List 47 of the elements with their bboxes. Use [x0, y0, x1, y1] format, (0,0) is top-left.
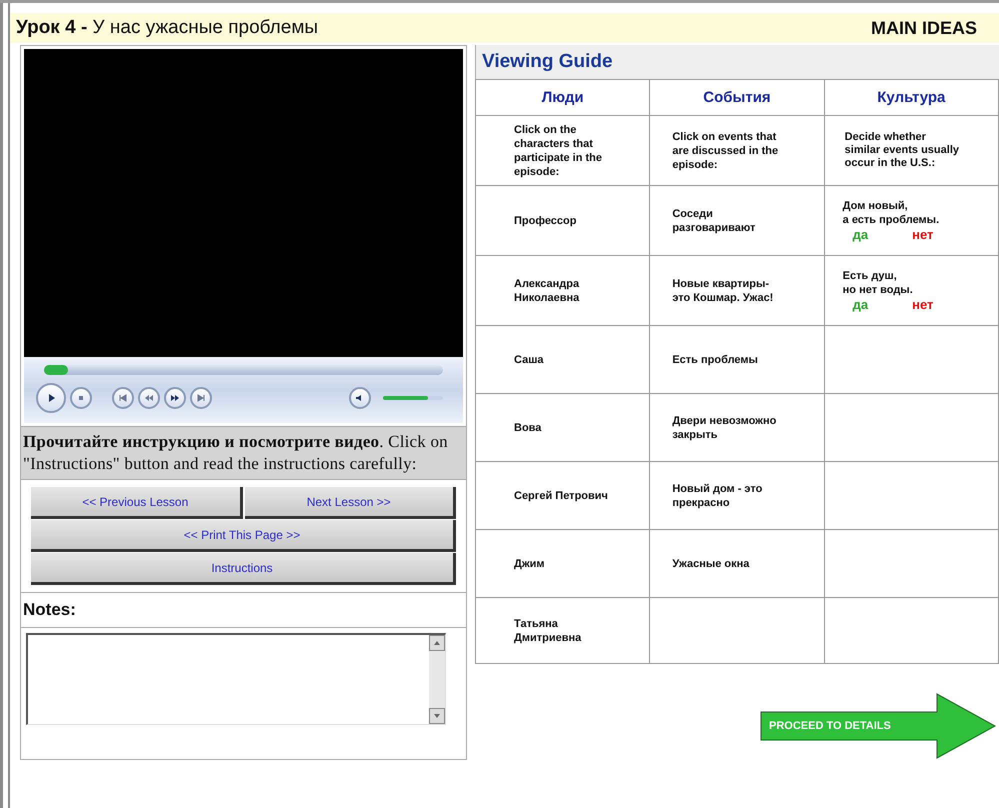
- nav-button[interactable]: << Print This Page >>: [31, 520, 456, 552]
- volume-slider[interactable]: [383, 396, 443, 400]
- character-name[interactable]: Профессор: [514, 214, 619, 228]
- column-header: Люди: [542, 88, 584, 106]
- nav-button[interactable]: Next Lesson >>: [244, 487, 456, 519]
- skip-back-button[interactable]: [112, 387, 134, 409]
- column-header: События: [703, 88, 771, 106]
- instruction-text: Прочитайте инструкцию и посмотрите видео. Click on "Instructions" button and read the instructions carefully:: [23, 431, 449, 475]
- culture-statement: Есть душ,: [842, 268, 898, 282]
- stop-icon: [76, 393, 86, 403]
- column-instruction: Click on the characters that participate in the episode:: [514, 122, 604, 178]
- culture-statement: но нет воды.: [842, 282, 914, 296]
- skip-back-icon: [118, 393, 128, 403]
- character-name[interactable]: Джим: [514, 556, 619, 570]
- no-option[interactable]: нет: [912, 296, 934, 312]
- culture-statement: Дом новый,: [842, 198, 909, 212]
- fast-forward-button[interactable]: [164, 387, 186, 409]
- fast-forward-icon: [170, 393, 180, 403]
- culture-statement: а есть проблемы.: [842, 212, 940, 226]
- volume-button[interactable]: [349, 387, 371, 409]
- rewind-icon: [144, 393, 154, 403]
- rewind-button[interactable]: [138, 387, 160, 409]
- event-item[interactable]: Есть проблемы: [672, 352, 788, 366]
- skip-forward-button[interactable]: [190, 387, 212, 409]
- play-icon: [46, 393, 56, 403]
- no-option[interactable]: нет: [912, 226, 934, 242]
- skip-forward-icon: [196, 393, 206, 403]
- column-header: Культура: [877, 88, 946, 106]
- scroll-up-icon[interactable]: [429, 635, 445, 651]
- scrollbar[interactable]: [429, 635, 445, 724]
- event-item[interactable]: Ужасные окна: [672, 556, 788, 570]
- seek-bar[interactable]: [44, 365, 443, 375]
- scroll-down-icon[interactable]: [429, 708, 445, 724]
- character-name[interactable]: Сергей Петрович: [514, 488, 619, 502]
- notes-field[interactable]: [26, 633, 446, 725]
- column-instruction: Decide whether similar events usually occur in the U.S.:: [844, 131, 960, 170]
- stop-button[interactable]: [70, 387, 92, 409]
- guide-title: Viewing Guide: [482, 50, 613, 74]
- column-instruction: Click on events that are discussed in the episode:: [672, 130, 780, 172]
- lesson-title: Урок 4 - У нас ужасные проблемы: [16, 16, 318, 40]
- notes-label: Notes:: [23, 600, 76, 619]
- section-title: MAIN IDEAS: [870, 16, 977, 40]
- character-name[interactable]: Саша: [514, 352, 619, 366]
- nav-button[interactable]: << Previous Lesson: [31, 487, 242, 519]
- play-button[interactable]: [36, 383, 66, 413]
- character-name[interactable]: Вова: [514, 420, 619, 434]
- nav-button[interactable]: Instructions: [31, 553, 456, 585]
